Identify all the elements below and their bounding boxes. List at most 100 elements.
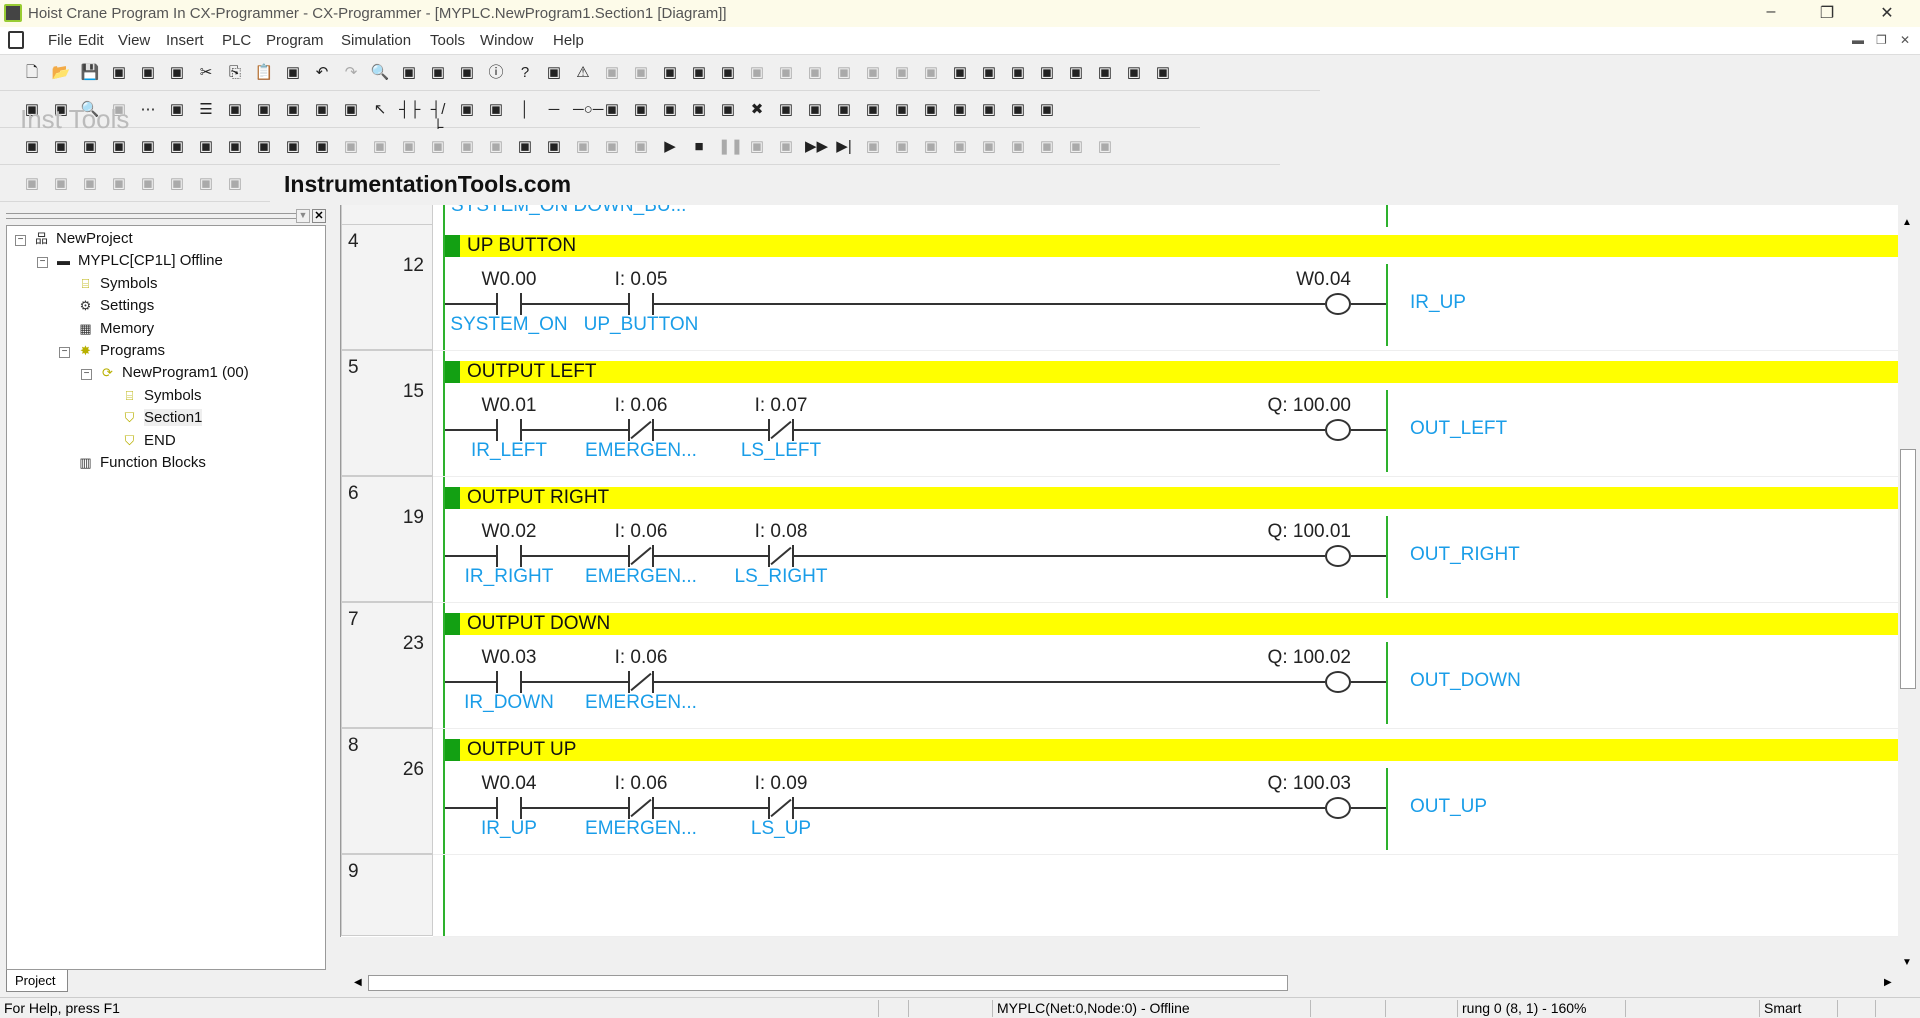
rung-comment[interactable]: OUTPUT RIGHT <box>445 487 1900 509</box>
sim-c-icon[interactable]: ▣ <box>921 138 941 156</box>
memory-icon[interactable]: ▣ <box>834 101 854 119</box>
tree-expander[interactable]: − <box>81 369 92 381</box>
nc-coil-icon[interactable]: ▣ <box>602 101 622 119</box>
mark-prev-icon[interactable]: ▣ <box>196 175 216 193</box>
no-contact[interactable] <box>496 293 522 315</box>
transfer-icon[interactable]: ▣ <box>776 64 796 82</box>
memory-view-icon[interactable]: ▣ <box>283 138 303 156</box>
no-contact[interactable] <box>496 419 522 441</box>
mdi-minimize-button[interactable]: ▬ <box>1852 33 1864 47</box>
io-table-icon[interactable]: ▣ <box>805 101 825 119</box>
tree-item-end[interactable]: ⛉ END <box>121 432 176 449</box>
output-coil[interactable] <box>1325 671 1351 693</box>
menu-view[interactable]: View <box>118 32 150 49</box>
delete-icon[interactable]: ✖ <box>747 101 767 119</box>
monitor-icon[interactable]: ▣ <box>863 64 883 82</box>
protect-icon[interactable]: ▣ <box>544 138 564 156</box>
minimize-button[interactable]: – <box>1756 3 1786 21</box>
scroll-right-icon[interactable]: ▶ <box>1884 977 1892 988</box>
mdi-restore-button[interactable]: ❐ <box>1876 33 1887 47</box>
grid-icon[interactable]: ⋯ <box>138 101 158 119</box>
run-icon[interactable]: ▶ <box>660 138 680 156</box>
diff-monitor-icon[interactable]: ▣ <box>921 64 941 82</box>
tree-expander[interactable]: − <box>15 235 26 246</box>
return-icon[interactable]: ▣ <box>1095 138 1115 156</box>
panel-close-button[interactable]: ✕ <box>312 209 326 223</box>
unlock-icon[interactable]: ▣ <box>1153 64 1173 82</box>
menu-tools[interactable]: Tools <box>430 32 465 49</box>
bus-icon[interactable]: ▣ <box>254 101 274 119</box>
menu-help[interactable]: Help <box>553 32 584 49</box>
tree-item-symbols[interactable]: ⌸ Symbols <box>77 275 158 292</box>
menu-simulation[interactable]: Simulation <box>341 32 411 49</box>
sim-d-icon[interactable]: ▣ <box>950 138 970 156</box>
error-icon[interactable]: ▣ <box>1008 101 1028 119</box>
symbols-icon[interactable]: ▣ <box>225 138 245 156</box>
help-icon[interactable]: ? <box>515 64 535 82</box>
nc-contact[interactable] <box>768 545 794 567</box>
or-nc-icon[interactable]: ▣ <box>486 101 506 119</box>
indent-left-icon[interactable]: ▣ <box>22 175 42 193</box>
sim-e-icon[interactable]: ▣ <box>979 138 999 156</box>
sim-f-icon[interactable]: ▣ <box>1008 138 1028 156</box>
vertical-scrollbar[interactable]: ▲ ▼ <box>1898 205 1918 977</box>
new-icon[interactable]: 🗋 <box>22 64 42 82</box>
output-coil[interactable] <box>1325 293 1351 315</box>
program-check-icon[interactable]: ▣ <box>660 64 680 82</box>
cross-ref-icon[interactable]: ▣ <box>428 64 448 82</box>
settings-icon[interactable]: ▣ <box>921 101 941 119</box>
rung-comment[interactable]: OUTPUT DOWN <box>445 613 1900 635</box>
table3-icon[interactable]: ▣ <box>1008 64 1028 82</box>
fast-forward-icon[interactable]: ▶▶ <box>805 138 828 156</box>
table2-icon[interactable]: ▣ <box>979 64 999 82</box>
io-comment-icon[interactable]: ▣ <box>196 138 216 156</box>
rung-comment[interactable]: OUTPUT UP <box>445 739 1900 761</box>
switch-icon[interactable]: ▣ <box>1066 64 1086 82</box>
no-contact[interactable] <box>496 671 522 693</box>
menu-edit[interactable]: Edit <box>78 32 104 49</box>
bit-icon[interactable]: ▣ <box>1095 64 1115 82</box>
restore-button[interactable]: ❐ <box>1812 3 1842 23</box>
list-icon[interactable]: ☰ <box>196 101 216 119</box>
rung-comment[interactable]: UP BUTTON <box>445 235 1900 257</box>
plc-check-icon[interactable]: ▣ <box>689 64 709 82</box>
section-icon[interactable]: ▣ <box>254 138 274 156</box>
print-preview-icon[interactable]: ▣ <box>167 64 187 82</box>
pause-icon[interactable]: ▣ <box>747 64 767 82</box>
coil-icon[interactable]: ─○─ <box>573 101 603 119</box>
paste-special-icon[interactable]: ▣ <box>283 64 303 82</box>
horizontal-scrollbar[interactable]: ◀ ▶ <box>340 973 1900 993</box>
fb-icon[interactable]: ▣ <box>660 101 680 119</box>
context-help-icon[interactable]: ▣ <box>544 64 564 82</box>
sma-icon[interactable]: ▣ <box>312 101 332 119</box>
print-icon[interactable]: ▣ <box>138 64 158 82</box>
download-icon[interactable]: ▣ <box>457 138 477 156</box>
lock-program-icon[interactable]: ▣ <box>515 138 535 156</box>
menu-plc[interactable]: PLC <box>222 32 251 49</box>
project-window-icon[interactable]: ▣ <box>22 138 42 156</box>
scroll-up-icon[interactable]: ▲ <box>1902 217 1912 228</box>
expansion-icon[interactable]: ▣ <box>863 101 883 119</box>
cut-icon[interactable]: ✂ <box>196 64 216 82</box>
save-icon[interactable]: 💾 <box>80 64 100 82</box>
warning-icon[interactable]: ⚠ <box>573 64 593 82</box>
mark-icon[interactable]: ▣ <box>138 175 158 193</box>
rung-comment[interactable]: OUTPUT LEFT <box>445 361 1900 383</box>
sim-h-icon[interactable]: ▣ <box>1066 138 1086 156</box>
forced-icon[interactable]: ▣ <box>486 138 506 156</box>
st-icon[interactable]: ▣ <box>1037 101 1057 119</box>
tree-item-symbols[interactable]: ⌸ Symbols <box>121 387 202 404</box>
panel-grip[interactable] <box>6 213 296 219</box>
compile-icon[interactable]: ▣ <box>602 64 622 82</box>
tree-item-function-blocks[interactable]: ▥ Function Blocks <box>77 454 206 471</box>
no-contact-icon[interactable]: ┤├ <box>399 101 420 119</box>
no-contact[interactable] <box>628 293 654 315</box>
table-icon[interactable]: ▣ <box>950 64 970 82</box>
scroll-down-icon[interactable]: ▼ <box>1902 957 1912 968</box>
tree-item-newprogram1-00-[interactable]: ⟳ NewProgram1 (00) <box>99 364 249 381</box>
nc-contact[interactable] <box>628 797 654 819</box>
address-ref-icon[interactable]: ▣ <box>457 64 477 82</box>
build-icon[interactable]: ▣ <box>51 138 71 156</box>
mark-clear-icon[interactable]: ▣ <box>225 175 245 193</box>
transfer-from-icon[interactable]: ▣ <box>805 64 825 82</box>
